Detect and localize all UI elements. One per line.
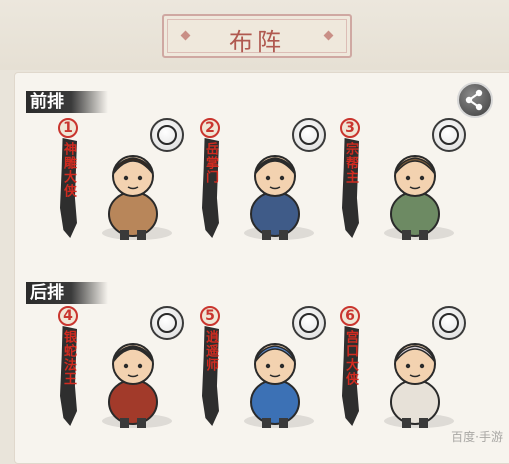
hero-leg (137, 230, 146, 240)
back-row-label: 后排 (26, 282, 108, 304)
page-title: 布阵 (229, 28, 285, 56)
hero-leg (262, 418, 271, 428)
hero-leg (279, 418, 288, 428)
hero-name: 逍遥师 (203, 330, 218, 372)
hero-eye (123, 363, 129, 369)
hero-body (108, 379, 158, 425)
back-row-text: 后排 (30, 283, 64, 303)
hero-leg (120, 230, 129, 240)
hero-eye (265, 175, 271, 181)
hero-sprite (108, 343, 158, 428)
watermark: 百度·手游 (451, 430, 503, 444)
hero-slot-2[interactable]: 2 岳掌门 (200, 118, 340, 268)
hero-eye (405, 175, 411, 181)
slot-number-badge: 4 (58, 306, 78, 326)
hero-slot-3[interactable]: 3 宗帮主 (340, 118, 480, 268)
hero-eye (279, 363, 285, 369)
hero-body (250, 191, 300, 237)
hero-eye (419, 363, 425, 369)
hero-sprite (250, 155, 300, 240)
front-row-label: 前排 (26, 91, 108, 113)
hero-name: 银蛇法王 (61, 330, 76, 386)
hero-sprite (250, 343, 300, 428)
hero-eye (279, 175, 285, 181)
hero-name: 宗帮主 (343, 142, 358, 184)
hero-eye (265, 363, 271, 369)
hero-sprite (390, 343, 440, 428)
slot-number-badge: 3 (340, 118, 360, 138)
hero-head (112, 155, 154, 197)
hero-name: 宫口大侠 (343, 330, 358, 386)
hero-leg (120, 418, 129, 428)
hero-eye (137, 363, 143, 369)
hero-leg (419, 230, 428, 240)
slot-number-badge: 2 (200, 118, 220, 138)
hero-slot-4[interactable]: 4 银蛇法王 (58, 306, 198, 456)
hero-leg (402, 230, 411, 240)
slot-number-badge: 1 (58, 118, 78, 138)
hero-head (254, 343, 296, 385)
hero-eye (405, 363, 411, 369)
hero-head (394, 155, 436, 197)
slot-number-badge: 6 (340, 306, 360, 326)
share-icon (465, 89, 483, 111)
hero-eye (123, 175, 129, 181)
hero-name: 神雕大侠 (61, 142, 76, 198)
front-row-text: 前排 (30, 92, 64, 112)
hero-eye (137, 175, 143, 181)
hero-leg (279, 230, 288, 240)
hero-leg (262, 230, 271, 240)
hero-head (394, 343, 436, 385)
hero-head (254, 155, 296, 197)
slot-number-badge: 5 (200, 306, 220, 326)
hero-body (250, 379, 300, 425)
hero-leg (137, 418, 146, 428)
share-button[interactable] (457, 82, 493, 118)
hero-leg (402, 418, 411, 428)
hero-slot-5[interactable]: 5 逍遥师 (200, 306, 340, 456)
hero-body (108, 191, 158, 237)
hero-head (112, 343, 154, 385)
title-plaque: 布阵 (162, 14, 352, 58)
hero-body (390, 379, 440, 425)
hero-eye (419, 175, 425, 181)
hero-name: 岳掌门 (203, 142, 218, 184)
hero-body (390, 191, 440, 237)
hero-leg (419, 418, 428, 428)
hero-sprite (390, 155, 440, 240)
hero-sprite (108, 155, 158, 240)
hero-slot-1[interactable]: 1 神雕大侠 (58, 118, 198, 268)
